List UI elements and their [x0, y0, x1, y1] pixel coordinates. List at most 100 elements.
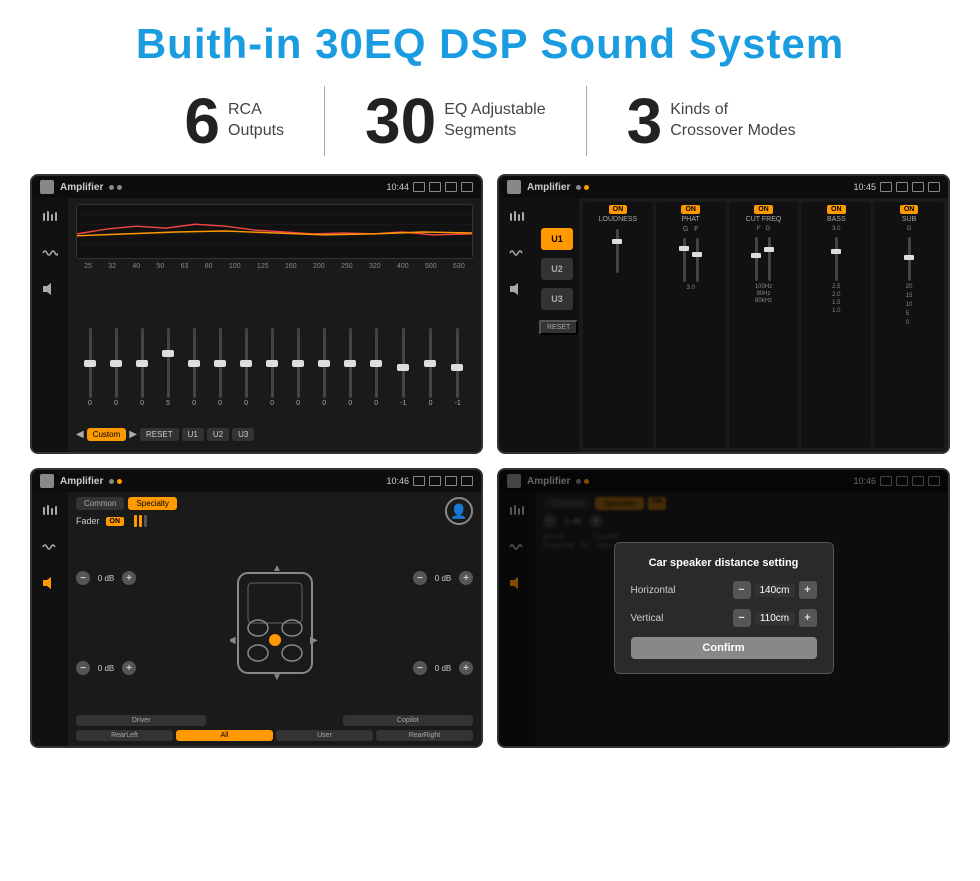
eq-graph [76, 204, 473, 259]
u3-select[interactable]: U3 [541, 288, 573, 310]
slider-6[interactable]: 0 [218, 328, 222, 418]
screen1-time: 10:44 [386, 182, 409, 192]
horizontal-minus[interactable]: − [733, 581, 751, 599]
screen-dialog: Amplifier 10:46 [497, 468, 950, 748]
profile-icon[interactable]: 👤 [445, 497, 473, 525]
back-icon-2[interactable] [928, 182, 940, 192]
wave-icon-3[interactable] [39, 536, 61, 558]
phat-slider[interactable] [660, 235, 722, 285]
vol-rl-minus[interactable]: − [76, 661, 90, 675]
rearleft-btn[interactable]: RearLeft [76, 730, 173, 741]
home-icon-3[interactable] [40, 474, 54, 488]
screen1-title: Amplifier [60, 182, 103, 193]
status-bar-1: Amplifier 10:44 [32, 176, 481, 198]
fader-on-badge: ON [106, 517, 125, 526]
slider-4[interactable]: 5 [166, 328, 170, 418]
speaker-icon-2[interactable] [506, 278, 528, 300]
bass-slider[interactable] [805, 234, 867, 284]
status-bar-left-1: Amplifier [40, 180, 122, 194]
vol-fl-minus[interactable]: − [76, 571, 90, 585]
left-sidebar-1 [32, 198, 68, 452]
screenshots-grid: Amplifier 10:44 [30, 174, 950, 748]
slider-3[interactable]: 0 [140, 328, 144, 418]
driver-btn[interactable]: Driver [76, 715, 206, 726]
status-bar-right-3: 10:46 [386, 476, 473, 486]
horizontal-plus[interactable]: + [799, 581, 817, 599]
vertical-minus[interactable]: − [733, 609, 751, 627]
screen1-content: 25 32 40 50 63 80 100 125 160 200 250 32… [32, 198, 481, 452]
sub-slider[interactable] [878, 234, 940, 284]
loudness-slider[interactable] [587, 226, 649, 276]
reset-btn-1[interactable]: RESET [140, 428, 179, 441]
camera-icon-3 [413, 476, 425, 486]
tab-common[interactable]: Common [76, 497, 124, 510]
vertical-plus[interactable]: + [799, 609, 817, 627]
rearright-btn[interactable]: RearRight [376, 730, 473, 741]
u1-select[interactable]: U1 [541, 228, 573, 250]
slider-9[interactable]: 0 [296, 328, 300, 418]
tab-specialty[interactable]: Specialty [128, 497, 176, 510]
eq-icon-2[interactable] [506, 206, 528, 228]
vol-fr-plus[interactable]: + [459, 571, 473, 585]
status-dots-1 [109, 185, 122, 190]
status-dots-3 [109, 479, 122, 484]
all-btn[interactable]: All [176, 730, 273, 741]
u3-btn[interactable]: U3 [232, 428, 254, 441]
u2-btn[interactable]: U2 [207, 428, 229, 441]
slider-5[interactable]: 0 [192, 328, 196, 418]
stat-label-eq: EQ AdjustableSegments [444, 100, 545, 142]
screen2-content: U1 U2 U3 RESET ON LOUDNESS [499, 198, 948, 452]
slider-1[interactable]: 0 [88, 328, 92, 418]
speaker-icon[interactable] [39, 278, 61, 300]
u2-select[interactable]: U2 [541, 258, 573, 280]
screen2-time: 10:45 [853, 182, 876, 192]
slider-11[interactable]: 0 [348, 328, 352, 418]
reset-btn-2[interactable]: RESET [539, 320, 578, 335]
vol-rr-plus[interactable]: + [459, 661, 473, 675]
horizontal-control: − 140cm + [733, 581, 817, 599]
vol-fl-plus[interactable]: + [122, 571, 136, 585]
speaker-icon-3[interactable] [39, 572, 61, 594]
freq-400: 400 [397, 263, 409, 270]
loudness-label: LOUDNESS [599, 216, 638, 223]
vol-fr-val: 0 dB [430, 574, 456, 583]
confirm-button[interactable]: Confirm [631, 637, 817, 659]
dot3 [576, 185, 581, 190]
eq-icon-3[interactable] [39, 500, 61, 522]
slider-13[interactable]: -1 [400, 328, 406, 418]
phat-label: PHAT [682, 216, 700, 223]
slider-8[interactable]: 0 [270, 328, 274, 418]
wave-icon[interactable] [39, 242, 61, 264]
slider-10[interactable]: 0 [322, 328, 326, 418]
volume-icon-2 [896, 182, 908, 192]
home-icon-2[interactable] [507, 180, 521, 194]
prev-arrow[interactable]: ◀ [76, 429, 84, 440]
next-arrow[interactable]: ▶ [129, 429, 137, 440]
stat-number-rca: 6 [184, 89, 220, 153]
slider-15[interactable]: -1 [455, 328, 461, 418]
status-bar-2: Amplifier 10:45 [499, 176, 948, 198]
u1-btn[interactable]: U1 [182, 428, 204, 441]
slider-12[interactable]: 0 [374, 328, 378, 418]
user-btn[interactable]: User [276, 730, 373, 741]
home-icon-1[interactable] [40, 180, 54, 194]
back-icon-1[interactable] [461, 182, 473, 192]
back-icon-3[interactable] [461, 476, 473, 486]
vol-rr-minus[interactable]: − [413, 661, 427, 675]
slider-2[interactable]: 0 [114, 328, 118, 418]
wave-icon-2[interactable] [506, 242, 528, 264]
stat-crossover: 3 Kinds ofCrossover Modes [587, 89, 836, 153]
vol-rl-plus[interactable]: + [122, 661, 136, 675]
slider-7[interactable]: 0 [244, 328, 248, 418]
custom-btn[interactable]: Custom [87, 428, 127, 441]
page-title: Buith-in 30EQ DSP Sound System [30, 20, 950, 68]
eq-icon[interactable] [39, 206, 61, 228]
left-sidebar-2 [499, 198, 535, 452]
vol-fr-minus[interactable]: − [413, 571, 427, 585]
slider-14[interactable]: 0 [429, 328, 433, 418]
copilot-btn[interactable]: Copilot [343, 715, 473, 726]
freq-80: 80 [205, 263, 213, 270]
cutfreq-slider[interactable] [733, 234, 795, 284]
cutfreq-on: ON [754, 205, 773, 214]
freq-labels: 25 32 40 50 63 80 100 125 160 200 250 32… [76, 263, 473, 270]
